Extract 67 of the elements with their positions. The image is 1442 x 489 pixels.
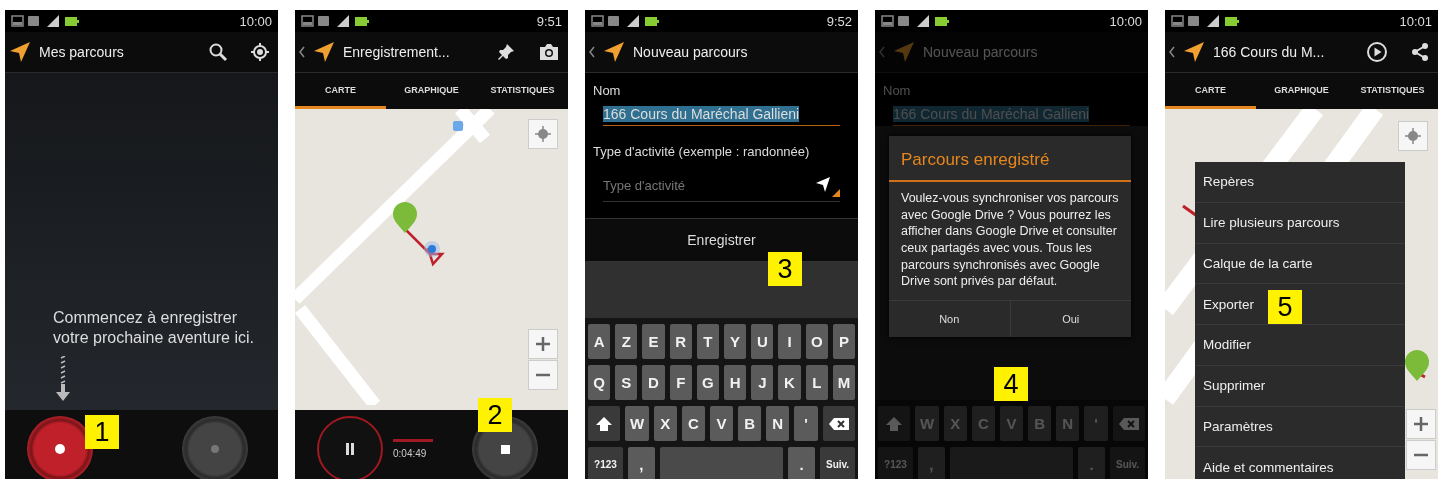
keyboard-key[interactable]: , bbox=[627, 447, 655, 479]
keyboard-key[interactable]: L bbox=[805, 365, 828, 400]
keyboard-key[interactable]: Suiv. bbox=[820, 447, 855, 479]
screen-title: Nouveau parcours bbox=[923, 44, 1039, 60]
keyboard-key[interactable]: H bbox=[724, 365, 747, 400]
empty-message: Commencez à enregistrer votre prochaine aventure ici. bbox=[53, 308, 255, 348]
status-time: 9:51 bbox=[536, 13, 562, 29]
status-time: 10:01 bbox=[1399, 13, 1432, 29]
keyboard-key[interactable]: . bbox=[788, 447, 816, 479]
tab[interactable]: STATISTIQUES bbox=[477, 73, 568, 109]
screen-title: 166 Cours du M... bbox=[1213, 44, 1326, 60]
keyboard-key[interactable]: N bbox=[766, 406, 790, 441]
menu-item[interactable]: Aide et commentaires bbox=[1195, 447, 1405, 479]
keyboard-key[interactable]: W bbox=[625, 406, 649, 441]
field-label: Nom bbox=[883, 83, 912, 98]
keyboard-key[interactable]: P bbox=[832, 324, 856, 359]
keyboard-key[interactable]: O bbox=[805, 324, 828, 359]
status-time: 9:52 bbox=[826, 13, 852, 29]
dialog-button[interactable]: Non bbox=[889, 300, 1011, 337]
keyboard-key[interactable]: F bbox=[669, 365, 692, 400]
keyboard-key[interactable]: X bbox=[653, 406, 677, 441]
menu-item[interactable]: Lire plusieurs parcours bbox=[1195, 202, 1405, 244]
step-number: 5 bbox=[1268, 290, 1302, 324]
dialog-title: Parcours enregistré bbox=[889, 136, 1131, 182]
keyboard-key[interactable]: A bbox=[588, 324, 611, 359]
dialog-button[interactable]: Oui bbox=[1010, 300, 1131, 337]
keyboard-key[interactable]: U bbox=[751, 324, 774, 359]
step-number: 2 bbox=[478, 398, 512, 432]
status-time: 10:00 bbox=[239, 13, 272, 29]
menu-item[interactable]: Modifier bbox=[1195, 325, 1405, 366]
keyboard-key[interactable]: S bbox=[615, 365, 638, 400]
tab[interactable]: GRAPHIQUE bbox=[1256, 73, 1347, 109]
elapsed-time: 0:04:49 bbox=[393, 448, 427, 459]
keyboard-key[interactable]: J bbox=[751, 365, 774, 400]
dialog-message: Voulez-vous synchroniser vos parcours avec Google Drive ? Vous pourrez les afficher dans Google Drive et consulter ceux partagés avec vous. Tous les parcours synchronisés avec Google Drive sont privés par défaut. bbox=[900, 190, 1120, 291]
status-time: 10:00 bbox=[1109, 13, 1142, 29]
keyboard-key[interactable]: T bbox=[696, 324, 719, 359]
keyboard-key[interactable]: R bbox=[669, 324, 692, 359]
keyboard-key[interactable]: B bbox=[738, 406, 762, 441]
screen-title: Enregistrement... bbox=[343, 44, 451, 60]
keyboard-key[interactable]: M bbox=[832, 365, 856, 400]
field-label: Nom bbox=[593, 83, 622, 98]
tab[interactable]: STATISTIQUES bbox=[1347, 73, 1438, 109]
tab[interactable]: GRAPHIQUE bbox=[386, 73, 477, 109]
keyboard-key[interactable]: V bbox=[709, 406, 734, 441]
keyboard-key[interactable]: Q bbox=[588, 365, 611, 400]
keyboard-key[interactable]: ' bbox=[794, 406, 818, 441]
screen-title: Nouveau parcours bbox=[633, 44, 749, 60]
keyboard-key[interactable]: G bbox=[696, 365, 719, 400]
menu-item[interactable]: Supprimer bbox=[1195, 365, 1405, 407]
step-number: 1 bbox=[85, 415, 119, 449]
menu-item[interactable]: Calque de la carte bbox=[1195, 243, 1405, 285]
keyboard-key[interactable]: Z bbox=[615, 324, 638, 359]
menu-item[interactable]: Paramètres bbox=[1195, 406, 1405, 448]
keyboard-key[interactable]: ?123 bbox=[588, 447, 623, 479]
keyboard-key[interactable]: D bbox=[642, 365, 665, 400]
keyboard-key[interactable]: Y bbox=[724, 324, 747, 359]
keyboard-key[interactable]: K bbox=[778, 365, 801, 400]
keyboard-key[interactable]: C bbox=[681, 406, 705, 441]
screen-title: Mes parcours bbox=[39, 44, 125, 60]
step-number: 3 bbox=[768, 252, 802, 286]
keyboard-key[interactable]: I bbox=[778, 324, 801, 359]
activity-type-field[interactable]: Type d'activité bbox=[603, 178, 814, 194]
step-number: 4 bbox=[994, 367, 1028, 401]
menu-item[interactable]: Repères bbox=[1195, 162, 1405, 203]
field-label: Type d'activité (exemple : randonnée) bbox=[593, 144, 811, 161]
keyboard-key[interactable]: E bbox=[642, 324, 665, 359]
